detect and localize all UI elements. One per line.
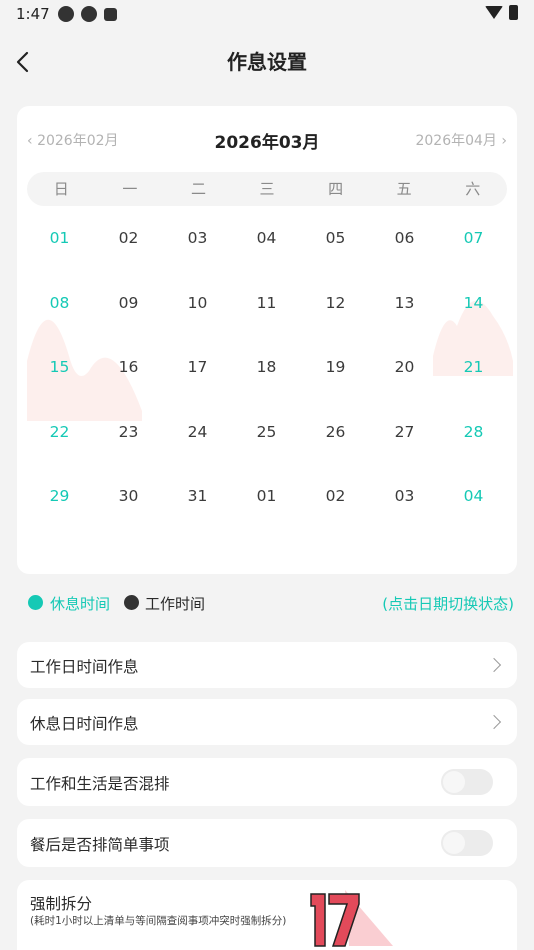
after-meal-row: 餐后是否排简单事项 bbox=[17, 819, 517, 867]
workday-schedule-row[interactable]: 工作日时间作息 bbox=[17, 642, 517, 688]
calendar-day[interactable]: 09 bbox=[94, 271, 163, 336]
rest-legend-label: 休息时间 bbox=[50, 595, 111, 613]
weekday-sun: 日 bbox=[53, 180, 69, 198]
toggle-knob bbox=[443, 771, 465, 793]
battery-icon bbox=[509, 5, 518, 20]
force-split-row[interactable]: 强制拆分 (耗时1小时以上清单与等间隔查阅事项冲突时强制拆分) bbox=[17, 880, 517, 950]
calendar-day[interactable]: 20 bbox=[370, 335, 439, 400]
calendar-day[interactable]: 18 bbox=[232, 335, 301, 400]
calendar-day[interactable]: 30 bbox=[94, 464, 163, 529]
mix-work-life-label: 工作和生活是否混排 bbox=[30, 775, 170, 793]
calendar-day[interactable]: 16 bbox=[94, 335, 163, 400]
calendar-day[interactable]: 02 bbox=[94, 206, 163, 271]
after-meal-label: 餐后是否排简单事项 bbox=[30, 836, 170, 854]
wifi-icon bbox=[485, 6, 503, 19]
force-split-label: 强制拆分 bbox=[30, 895, 93, 913]
calendar-day[interactable]: 19 bbox=[301, 335, 370, 400]
calendar-day[interactable]: 24 bbox=[163, 400, 232, 465]
toggle-knob bbox=[443, 832, 465, 854]
restday-schedule-row[interactable]: 休息日时间作息 bbox=[17, 699, 517, 745]
page-title: 作息设置 bbox=[227, 50, 307, 74]
work-legend-label: 工作时间 bbox=[145, 595, 206, 613]
next-month-button[interactable]: 2026年04月 › bbox=[415, 130, 507, 150]
chevron-right-icon bbox=[486, 714, 502, 730]
restday-schedule-label: 休息日时间作息 bbox=[30, 715, 139, 733]
calendar-day[interactable]: 14 bbox=[439, 271, 508, 336]
rest-legend-dot bbox=[28, 595, 43, 610]
app-notification-icon bbox=[81, 6, 97, 22]
weekday-tue: 二 bbox=[190, 180, 206, 198]
status-system-icons bbox=[485, 5, 518, 20]
calendar-day[interactable]: 07 bbox=[439, 206, 508, 271]
calendar-day[interactable]: 25 bbox=[232, 400, 301, 465]
weekday-sat: 六 bbox=[465, 180, 481, 198]
calendar-days-grid: 01 02 03 04 05 06 07 08 09 10 11 12 13 14 15 16 17 18 19 20… bbox=[25, 206, 508, 529]
workday-schedule-label: 工作日时间作息 bbox=[30, 658, 139, 676]
force-split-description: (耗时1小时以上清单与等间隔查阅事项冲突时强制拆分) bbox=[30, 915, 287, 927]
work-legend-dot bbox=[124, 595, 139, 610]
next-month-label: 2026年04月 bbox=[415, 133, 497, 149]
weekday-thu: 四 bbox=[328, 180, 344, 198]
calendar-day[interactable]: 11 bbox=[232, 271, 301, 336]
calendar-day[interactable]: 17 bbox=[163, 335, 232, 400]
calendar-card: ‹ 2026年02月 2026年03月 2026年04月 › 日 一 二 三 四… bbox=[17, 106, 517, 574]
app-header: 作息设置 bbox=[0, 36, 534, 86]
calendar-day[interactable]: 02 bbox=[301, 464, 370, 529]
status-bar: 1:47 bbox=[0, 0, 534, 28]
weekday-wed: 三 bbox=[259, 180, 275, 198]
watermark-logo-icon bbox=[310, 890, 393, 947]
calendar-day[interactable]: 04 bbox=[232, 206, 301, 271]
calendar-day[interactable]: 10 bbox=[163, 271, 232, 336]
calendar-day[interactable]: 28 bbox=[439, 400, 508, 465]
calendar-day[interactable]: 01 bbox=[25, 206, 94, 271]
calendar-day[interactable]: 01 bbox=[232, 464, 301, 529]
calendar-day[interactable]: 13 bbox=[370, 271, 439, 336]
month-navigation: ‹ 2026年02月 2026年03月 2026年04月 › bbox=[17, 128, 517, 153]
toggle-state-hint[interactable]: (点击日期切换状态) bbox=[382, 593, 514, 614]
calendar-day[interactable]: 26 bbox=[301, 400, 370, 465]
calendar-day[interactable]: 15 bbox=[25, 335, 94, 400]
calendar-day[interactable]: 05 bbox=[301, 206, 370, 271]
app-notification-icon bbox=[58, 6, 74, 22]
weekday-mon: 一 bbox=[122, 180, 138, 198]
calendar-day[interactable]: 22 bbox=[25, 400, 94, 465]
legend: 休息时间 工作时间 (点击日期切换状态) bbox=[28, 592, 514, 614]
status-time: 1:47 bbox=[16, 5, 50, 23]
calendar-day[interactable]: 03 bbox=[163, 206, 232, 271]
calendar-day[interactable]: 04 bbox=[439, 464, 508, 529]
calendar-day[interactable]: 12 bbox=[301, 271, 370, 336]
mix-work-life-row: 工作和生活是否混排 bbox=[17, 758, 517, 806]
calendar-day[interactable]: 03 bbox=[370, 464, 439, 529]
calendar-day[interactable]: 21 bbox=[439, 335, 508, 400]
calendar-day[interactable]: 31 bbox=[163, 464, 232, 529]
weekday-fri: 五 bbox=[396, 180, 412, 198]
chevron-right-icon bbox=[486, 657, 502, 673]
calendar-day[interactable]: 27 bbox=[370, 400, 439, 465]
keyboard-a-icon bbox=[104, 8, 117, 21]
calendar-day[interactable]: 08 bbox=[25, 271, 94, 336]
calendar-day[interactable]: 06 bbox=[370, 206, 439, 271]
weekday-header: 日 一 二 三 四 五 六 bbox=[27, 172, 507, 206]
after-meal-toggle[interactable] bbox=[441, 830, 493, 856]
status-notification-icons bbox=[58, 6, 117, 22]
mix-work-life-toggle[interactable] bbox=[441, 769, 493, 795]
calendar-day[interactable]: 23 bbox=[94, 400, 163, 465]
calendar-day[interactable]: 29 bbox=[25, 464, 94, 529]
